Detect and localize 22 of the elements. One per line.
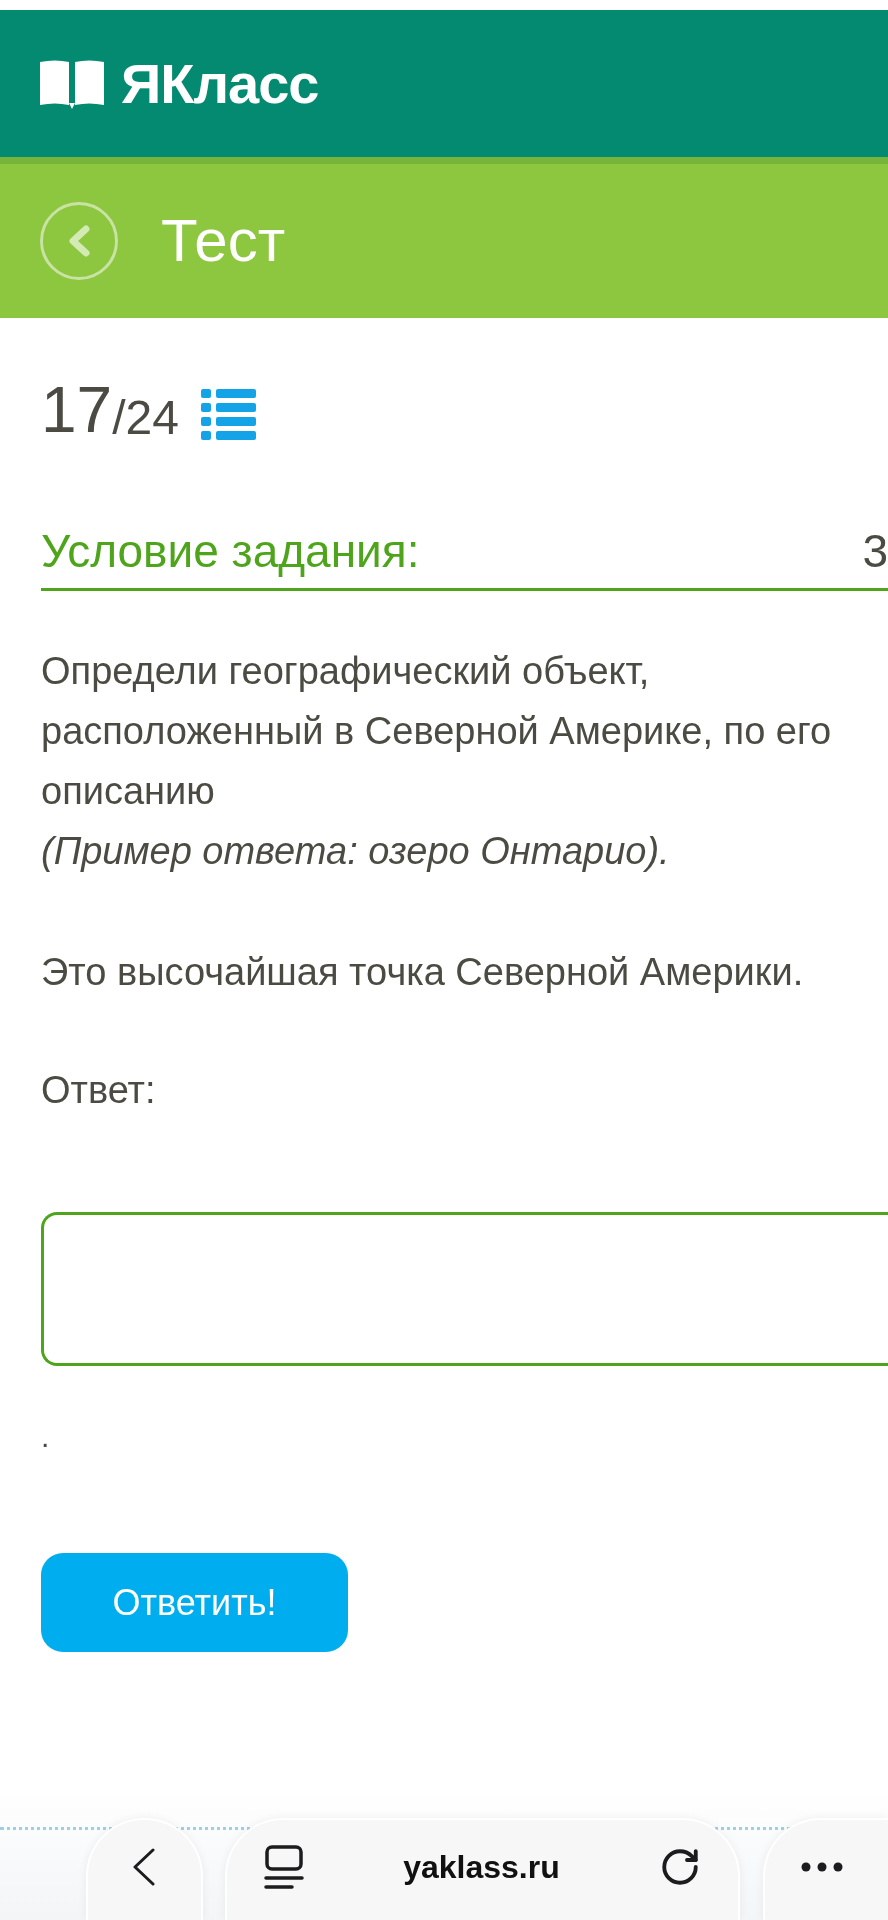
chevron-left-icon [133,1848,156,1886]
logo-text: ЯКласс [121,55,319,112]
back-button[interactable] [40,202,118,280]
reader-mode-icon[interactable] [263,1845,304,1889]
question-number: 17 [41,378,113,442]
question-text: Это высочайшая точка Северной Америки. [41,950,805,995]
url-text[interactable]: yaklass.ru [403,1851,560,1883]
task-description: Определи географический объект, расположенный в Северной Америке, по его описанию [41,649,833,814]
question-total: /24 [112,394,179,442]
period-text: . [41,1419,50,1455]
page-title: Тест [161,211,286,271]
address-bar[interactable]: yaklass.ru [224,1818,741,1920]
answer-input[interactable] [41,1212,888,1366]
answer-example: (Пример ответа: озеро Онтарио). [41,829,671,874]
answer-label: Ответ: [41,1068,157,1113]
book-logo-icon [40,58,104,109]
more-button[interactable] [763,1818,888,1920]
list-icon[interactable] [200,389,256,440]
heading-side-text: 3 [862,528,888,574]
chevron-left-icon [68,225,90,257]
browser-back-button[interactable] [86,1818,203,1920]
ellipsis-icon [801,1862,844,1872]
